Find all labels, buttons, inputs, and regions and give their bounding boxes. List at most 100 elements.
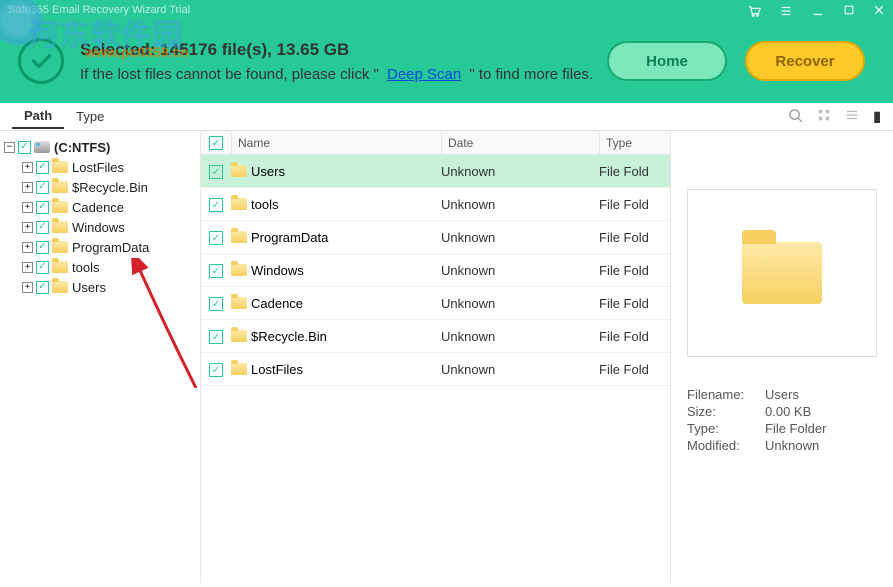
minimize-icon[interactable] <box>811 4 825 21</box>
drive-icon <box>34 141 50 153</box>
app-title: Safe365 Email Recovery Wizard Trial <box>8 4 190 16</box>
tree-item[interactable]: +✓ ProgramData <box>4 237 196 257</box>
meta-size: 0.00 KB <box>765 404 811 419</box>
tree-item[interactable]: +✓ Windows <box>4 217 196 237</box>
row-date: Unknown <box>441 296 599 311</box>
tree-root[interactable]: − ✓ (C:NTFS) <box>4 137 196 157</box>
expander-icon[interactable]: + <box>22 182 33 193</box>
expander-icon[interactable]: + <box>22 162 33 173</box>
tree-item-label: ProgramData <box>72 240 149 255</box>
expander-icon[interactable]: + <box>22 242 33 253</box>
tab-type[interactable]: Type <box>64 105 116 128</box>
list-view-icon[interactable] <box>845 108 859 125</box>
tree-item-label: $Recycle.Bin <box>72 180 148 195</box>
row-checkbox[interactable]: ✓ <box>209 165 223 179</box>
list-header: ✓ Name Date Type <box>201 131 670 155</box>
table-row[interactable]: ✓ LostFiles Unknown File Fold <box>201 353 670 386</box>
meta-modified: Unknown <box>765 438 819 453</box>
tree-item[interactable]: +✓ tools <box>4 257 196 277</box>
row-checkbox[interactable]: ✓ <box>209 198 223 212</box>
column-name[interactable]: Name <box>231 131 441 154</box>
table-row[interactable]: ✓ $Recycle.Bin Unknown File Fold <box>201 320 670 353</box>
row-date: Unknown <box>441 197 599 212</box>
cart-icon[interactable] <box>747 4 761 21</box>
expander-icon[interactable]: − <box>4 142 15 153</box>
tree-item[interactable]: +✓ Cadence <box>4 197 196 217</box>
row-name: LostFiles <box>251 362 303 377</box>
menu-icon[interactable] <box>779 4 793 21</box>
search-icon[interactable] <box>788 108 803 126</box>
detail-view-icon[interactable]: ▮ <box>873 108 881 125</box>
maximize-icon[interactable] <box>843 4 855 21</box>
row-checkbox[interactable]: ✓ <box>209 231 223 245</box>
tree-item-label: tools <box>72 260 99 275</box>
tree-item[interactable]: +✓ Users <box>4 277 196 297</box>
folder-icon <box>231 264 247 276</box>
folder-icon <box>52 281 68 293</box>
column-date[interactable]: Date <box>441 131 599 154</box>
row-checkbox[interactable]: ✓ <box>209 264 223 278</box>
table-row[interactable]: ✓ Windows Unknown File Fold <box>201 254 670 287</box>
expander-icon[interactable]: + <box>22 262 33 273</box>
row-date: Unknown <box>441 164 599 179</box>
row-date: Unknown <box>441 362 599 377</box>
expander-icon[interactable]: + <box>22 282 33 293</box>
tree-item-label: Cadence <box>72 200 124 215</box>
folder-icon <box>231 231 247 243</box>
deep-scan-link[interactable]: Deep Scan <box>387 66 461 83</box>
table-row[interactable]: ✓ Users Unknown File Fold <box>201 155 670 188</box>
row-checkbox[interactable]: ✓ <box>209 297 223 311</box>
preview-thumbnail <box>687 189 877 357</box>
tree-item[interactable]: +✓ LostFiles <box>4 157 196 177</box>
folder-icon <box>231 165 247 177</box>
view-toolbar: Path Type ▮ <box>0 103 893 131</box>
tree-item-label: Windows <box>72 220 125 235</box>
table-row[interactable]: ✓ tools Unknown File Fold <box>201 188 670 221</box>
selected-count: Selected: 145176 file(s), 13.65 GB <box>80 40 607 60</box>
row-checkbox[interactable]: ✓ <box>209 330 223 344</box>
folder-icon <box>52 241 68 253</box>
expander-icon[interactable]: + <box>22 202 33 213</box>
tree-item-label: Users <box>72 280 106 295</box>
row-date: Unknown <box>441 230 599 245</box>
meta-filename: Users <box>765 387 799 402</box>
folder-tree: − ✓ (C:NTFS) +✓LostFiles+✓$Recycle.Bin+✓… <box>0 131 200 583</box>
preview-panel: Filename:Users Size:0.00 KB Type:File Fo… <box>671 131 893 583</box>
row-type: File Fold <box>599 230 670 245</box>
checkbox[interactable]: ✓ <box>36 261 49 274</box>
recover-button[interactable]: Recover <box>745 41 865 81</box>
grid-view-icon[interactable] <box>817 108 831 125</box>
folder-icon <box>742 242 822 304</box>
tab-path[interactable]: Path <box>12 104 64 129</box>
home-button[interactable]: Home <box>607 41 727 81</box>
row-date: Unknown <box>441 263 599 278</box>
checkbox[interactable]: ✓ <box>36 241 49 254</box>
expander-icon[interactable]: + <box>22 222 33 233</box>
folder-icon <box>231 198 247 210</box>
checkbox[interactable]: ✓ <box>36 181 49 194</box>
meta-type: File Folder <box>765 421 826 436</box>
column-type[interactable]: Type <box>599 131 670 154</box>
checkbox[interactable]: ✓ <box>36 281 49 294</box>
row-date: Unknown <box>441 329 599 344</box>
tree-item-label: LostFiles <box>72 160 124 175</box>
row-name: Cadence <box>251 296 303 311</box>
checkbox[interactable]: ✓ <box>36 161 49 174</box>
checkbox[interactable]: ✓ <box>36 221 49 234</box>
folder-icon <box>52 161 68 173</box>
checkbox[interactable]: ✓ <box>18 141 31 154</box>
table-row[interactable]: ✓ ProgramData Unknown File Fold <box>201 221 670 254</box>
folder-icon <box>231 330 247 342</box>
tree-item[interactable]: +✓ $Recycle.Bin <box>4 177 196 197</box>
folder-icon <box>52 261 68 273</box>
select-all-checkbox[interactable]: ✓ <box>209 136 223 150</box>
hint-line: If the lost files cannot be found, pleas… <box>80 66 607 83</box>
folder-icon <box>52 221 68 233</box>
row-checkbox[interactable]: ✓ <box>209 363 223 377</box>
checkbox[interactable]: ✓ <box>36 201 49 214</box>
row-type: File Fold <box>599 263 670 278</box>
tree-root-label: (C:NTFS) <box>54 140 110 155</box>
close-icon[interactable] <box>873 4 885 21</box>
table-row[interactable]: ✓ Cadence Unknown File Fold <box>201 287 670 320</box>
row-type: File Fold <box>599 197 670 212</box>
